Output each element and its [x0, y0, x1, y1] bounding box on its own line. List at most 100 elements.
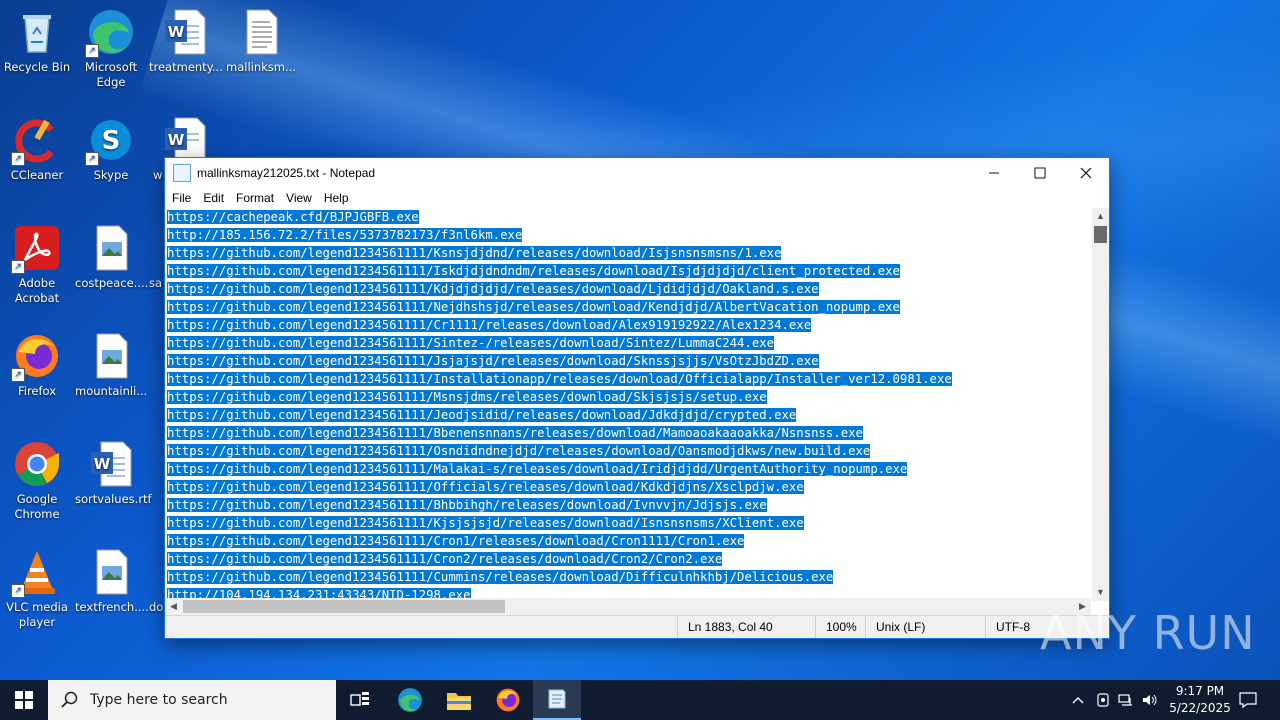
- firefox-icon: ↗: [11, 332, 61, 382]
- tray-network[interactable]: [1116, 680, 1136, 720]
- menu-format[interactable]: Format: [231, 191, 281, 205]
- network-icon: [1118, 694, 1132, 706]
- search-placeholder: Type here to search: [90, 692, 228, 708]
- scroll-up-icon[interactable]: ▲: [1092, 208, 1109, 225]
- vlc-icon: ↗: [11, 548, 61, 598]
- acrobat-icon: ↗: [11, 224, 61, 274]
- desktop-icon-recycle-bin[interactable]: Recycle Bin: [1, 2, 73, 75]
- title-bar[interactable]: mallinksmay212025.txt - Notepad: [165, 158, 1109, 188]
- desktop-icon-label: CCleaner: [10, 168, 64, 182]
- text-line: https://github.com/legend1234561111/Cron…: [167, 552, 723, 566]
- menu-edit[interactable]: Edit: [198, 191, 231, 205]
- word-document-icon: W: [87, 440, 135, 488]
- menu-file[interactable]: File: [167, 191, 198, 205]
- start-button[interactable]: [0, 680, 48, 720]
- desktop-icon-label: sortvalues.rtf: [75, 492, 152, 506]
- menu-bar: File Edit Format View Help: [165, 188, 1109, 208]
- shortcut-arrow-icon: ↗: [11, 368, 25, 382]
- scrollbar-thumb[interactable]: [1094, 226, 1107, 243]
- image-file-icon: [87, 224, 135, 272]
- desktop-icon-mallinksm[interactable]: mallinksm...: [225, 2, 297, 75]
- desktop-icon-label: mountainli...: [75, 384, 148, 398]
- desktop-icon-adobe-acrobat[interactable]: ↗ Adobe Acrobat: [1, 218, 73, 306]
- notepad-icon: [548, 689, 566, 709]
- text-line: https://github.com/legend1234561111/Kjsj…: [167, 516, 804, 530]
- shortcut-arrow-icon: ↗: [85, 44, 99, 58]
- folder-icon: [447, 693, 471, 710]
- desktop-icon-costpeace[interactable]: costpeace....: [75, 218, 149, 291]
- notification-icon: [1239, 692, 1257, 708]
- scroll-down-icon[interactable]: ▼: [1092, 584, 1109, 601]
- taskbar-search-box[interactable]: Type here to search: [48, 680, 336, 720]
- menu-view[interactable]: View: [281, 191, 319, 205]
- windows-logo-icon: [15, 691, 33, 709]
- tray-volume[interactable]: [1140, 680, 1160, 720]
- status-bar: Ln 1883, Col 40 100% Unix (LF) UTF-8: [165, 615, 1109, 638]
- desktop-icon-sortvalues[interactable]: W sortvalues.rtf: [75, 434, 152, 507]
- task-view-button[interactable]: [336, 680, 384, 720]
- svg-text:W: W: [94, 455, 111, 473]
- notifications-button[interactable]: [1236, 680, 1260, 720]
- desktop-icon-vlc[interactable]: ↗ VLC media player: [1, 542, 73, 630]
- chrome-icon: [13, 440, 61, 488]
- text-line: https://cachepeak.cfd/BJPJGBFB.exe: [167, 210, 419, 224]
- text-line: https://github.com/legend1234561111/Msns…: [167, 390, 767, 404]
- menu-help[interactable]: Help: [319, 191, 356, 205]
- minimize-icon: [989, 172, 999, 174]
- desktop-icon-treatmenty[interactable]: W treatmenty...: [149, 2, 223, 75]
- svg-text:W: W: [168, 131, 185, 149]
- maximize-icon: [1034, 167, 1046, 179]
- device-icon: [1097, 693, 1109, 707]
- taskbar-clock[interactable]: 9:17 PM 5/22/2025: [1160, 680, 1240, 720]
- shortcut-arrow-icon: ↗: [11, 584, 25, 598]
- cursor-position: Ln 1883, Col 40: [677, 616, 808, 638]
- show-hidden-icons-button[interactable]: [1068, 680, 1088, 720]
- text-line: https://github.com/legend1234561111/Jeod…: [167, 408, 797, 422]
- desktop-icon-skype[interactable]: S ↗ Skype: [75, 110, 147, 183]
- text-line: https://github.com/legend1234561111/Iskd…: [167, 264, 900, 278]
- tray-device-icon[interactable]: [1094, 680, 1112, 720]
- text-line: https://github.com/legend1234561111/Bhbb…: [167, 498, 767, 512]
- text-line: https://github.com/legend1234561111/Ksns…: [167, 246, 782, 260]
- desktop-icon-label: textfrench....: [75, 600, 149, 614]
- desktop-icon-label: costpeace....: [75, 276, 149, 290]
- scrollbar-thumb[interactable]: [183, 600, 505, 613]
- close-icon: [1080, 167, 1092, 179]
- desktop-icon-sa[interactable]: sa: [149, 218, 165, 291]
- volume-icon: [1143, 694, 1157, 706]
- search-icon: [61, 691, 78, 708]
- text-line: https://github.com/legend1234561111/Nejd…: [167, 300, 900, 314]
- vertical-scrollbar[interactable]: ▲ ▼: [1092, 208, 1109, 601]
- text-line: https://github.com/legend1234561111/Cr11…: [167, 318, 812, 332]
- image-file-icon: [87, 548, 135, 596]
- notepad-window[interactable]: mallinksmay212025.txt - Notepad File Edi…: [164, 157, 1110, 639]
- taskbar-notepad[interactable]: [533, 680, 581, 720]
- desktop-icon-textfrench[interactable]: textfrench....: [75, 542, 149, 615]
- desktop-icon-google-chrome[interactable]: Google Chrome: [1, 434, 73, 522]
- taskbar: Type here to search 9:17 PM 5/22/2025: [0, 680, 1280, 720]
- maximize-button[interactable]: [1017, 158, 1063, 188]
- text-editor[interactable]: https://cachepeak.cfd/BJPJGBFB.exe http:…: [167, 208, 1090, 601]
- desktop-icon-microsoft-edge[interactable]: ↗ Microsoft Edge: [75, 2, 147, 90]
- desktop-icon-label: Recycle Bin: [3, 60, 71, 74]
- desktop-icon-label: Google Chrome: [14, 492, 60, 521]
- desktop-icon-firefox[interactable]: ↗ Firefox: [1, 326, 73, 399]
- minimize-button[interactable]: [971, 158, 1017, 188]
- horizontal-scrollbar[interactable]: ◀ ▶: [165, 598, 1091, 615]
- taskbar-firefox[interactable]: [484, 680, 532, 720]
- recycle-bin-icon: [13, 8, 61, 56]
- taskbar-file-explorer[interactable]: [435, 680, 483, 720]
- anyrun-watermark: ANY RUN: [1040, 606, 1256, 660]
- text-line: https://github.com/legend1234561111/Kdjd…: [167, 282, 819, 296]
- close-button[interactable]: [1063, 158, 1109, 188]
- text-file-icon: [237, 8, 285, 56]
- text-line: https://github.com/legend1234561111/Bben…: [167, 426, 863, 440]
- scroll-left-icon[interactable]: ◀: [165, 598, 182, 615]
- desktop: Recycle Bin ↗ CCleaner ↗ Adobe Acrobat ↗…: [0, 0, 1280, 680]
- desktop-icon-do[interactable]: do: [149, 542, 165, 615]
- desktop-icon-mountainli[interactable]: mountainli...: [75, 326, 147, 399]
- taskbar-edge[interactable]: [386, 680, 434, 720]
- chevron-up-icon: [1072, 697, 1084, 704]
- desktop-icon-ccleaner[interactable]: ↗ CCleaner: [1, 110, 73, 183]
- clock-time: 9:17 PM: [1175, 684, 1225, 698]
